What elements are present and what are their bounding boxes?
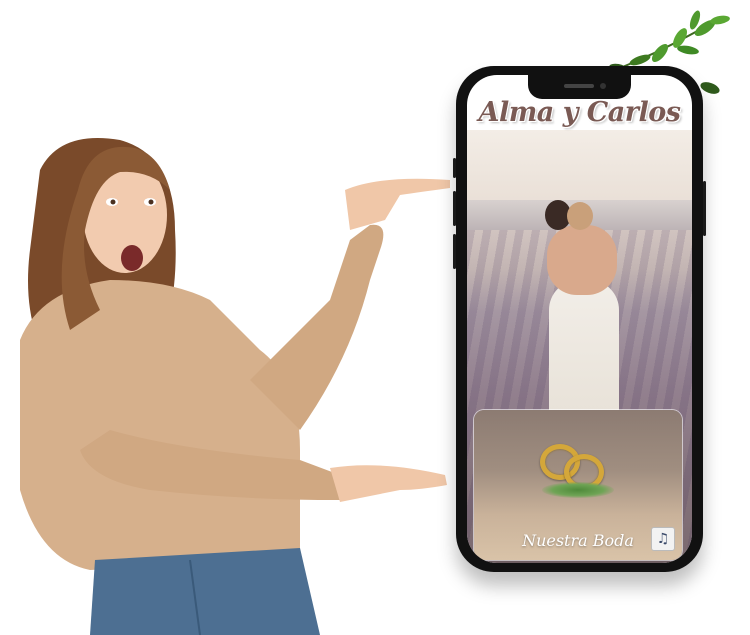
presenter-woman-illustration (20, 138, 450, 635)
phone-notch (528, 75, 631, 99)
power-button (703, 181, 706, 236)
wedding-card[interactable]: Nuestra Boda ♫ (474, 410, 682, 560)
music-note-icon[interactable]: ♫ (651, 527, 675, 551)
greenery-decoration (542, 482, 614, 498)
invitation-title: Alma y Carlos (478, 97, 681, 128)
couple-embrace (547, 225, 617, 295)
phone-screen: Alma y Carlos Nuestra Boda ♫ (467, 75, 692, 563)
phone-mockup: Alma y Carlos Nuestra Boda ♫ (453, 66, 706, 572)
volume-up-button (453, 191, 456, 226)
volume-down-button (453, 234, 456, 269)
wedding-rings-icon (534, 440, 624, 505)
groom-head (567, 202, 593, 230)
speaker-grille (564, 84, 594, 88)
front-camera (600, 83, 606, 89)
mute-switch (453, 158, 456, 178)
